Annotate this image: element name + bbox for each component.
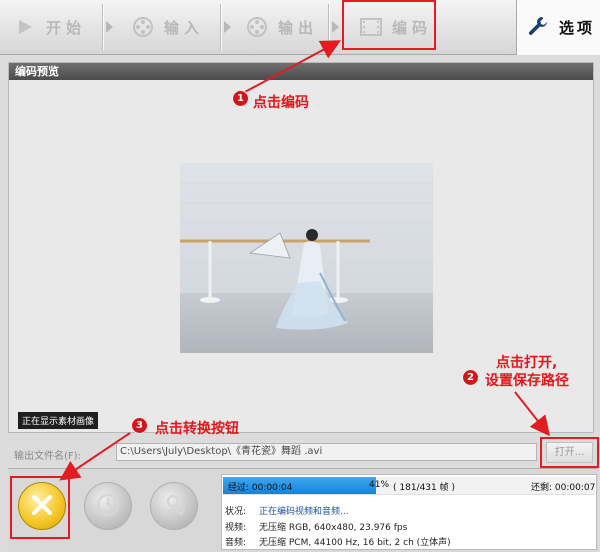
step-2-text-line2: 设置保存路径 bbox=[485, 373, 569, 389]
elapsed-label: 经过: 00:00:04 bbox=[228, 483, 293, 493]
play-icon bbox=[12, 14, 38, 40]
toolbar: 开始 输入 输出 编码 选项 bbox=[0, 0, 600, 55]
start-label: 开始 bbox=[46, 18, 87, 37]
step-arrow-icon bbox=[224, 21, 231, 33]
output-label: 输出 bbox=[278, 18, 319, 37]
output-filename-label: 输出文件名(F): bbox=[14, 451, 81, 462]
options-button[interactable]: 选项 bbox=[516, 0, 600, 55]
clock-icon bbox=[95, 492, 121, 521]
wrench-icon bbox=[527, 15, 549, 40]
toolbar-divider bbox=[102, 4, 103, 50]
status-line: 状况: 正在编码视频和音频... bbox=[225, 507, 349, 517]
preview-status-label: 正在显示素材画像 bbox=[18, 412, 99, 429]
step-3-badge: 3 bbox=[131, 417, 148, 434]
highlight-box-open bbox=[540, 437, 599, 468]
audio-info-line: 音频: 无压缩 PCM, 44100 Hz, 16 bit, 2 ch (立体声) bbox=[225, 538, 451, 548]
panel-header: 编码预览 bbox=[9, 63, 593, 80]
toolbar-divider bbox=[328, 4, 329, 50]
output-filename-field[interactable]: C:\Users\July\Desktop\《青花瓷》舞蹈 .avi bbox=[116, 443, 537, 461]
encode-status-box: 经过: 00:00:04 41% ( 181/431 帧 ) 还剩: 00:00… bbox=[221, 474, 597, 550]
step-arrow-icon bbox=[106, 21, 113, 33]
step-arrow-icon bbox=[332, 21, 339, 33]
user-button[interactable] bbox=[150, 482, 198, 530]
highlight-box-encode bbox=[342, 0, 436, 50]
person-icon bbox=[161, 492, 187, 521]
step-3-text: 点击转换按钮 bbox=[155, 421, 239, 437]
progress-percent: 41% bbox=[369, 480, 390, 490]
schedule-button[interactable] bbox=[84, 482, 132, 530]
step-2-text-line1: 点击打开, bbox=[496, 355, 558, 371]
toolbar-divider bbox=[220, 4, 221, 50]
step-1-text: 点击编码 bbox=[253, 95, 309, 111]
highlight-box-convert bbox=[10, 476, 70, 539]
step-2-badge: 2 bbox=[462, 369, 479, 386]
input-button[interactable]: 输入 bbox=[118, 2, 220, 52]
options-label: 选项 bbox=[559, 19, 596, 37]
input-label: 输入 bbox=[164, 18, 205, 37]
progress-bar: 经过: 00:00:04 41% ( 181/431 帧 ) 还剩: 00:00… bbox=[223, 477, 595, 495]
video-preview bbox=[180, 163, 433, 353]
film-reel-icon bbox=[244, 14, 270, 40]
step-1-badge: 1 bbox=[232, 90, 249, 107]
output-button[interactable]: 输出 bbox=[232, 2, 328, 52]
start-button[interactable]: 开始 bbox=[0, 2, 102, 52]
frame-count: ( 181/431 帧 ) bbox=[393, 483, 455, 493]
film-reel-icon bbox=[130, 14, 156, 40]
video-frame-image bbox=[180, 163, 433, 353]
remaining-label: 还剩: 00:00:07 bbox=[531, 483, 596, 493]
video-info-line: 视频: 无压缩 RGB, 640x480, 23.976 fps bbox=[225, 523, 408, 533]
